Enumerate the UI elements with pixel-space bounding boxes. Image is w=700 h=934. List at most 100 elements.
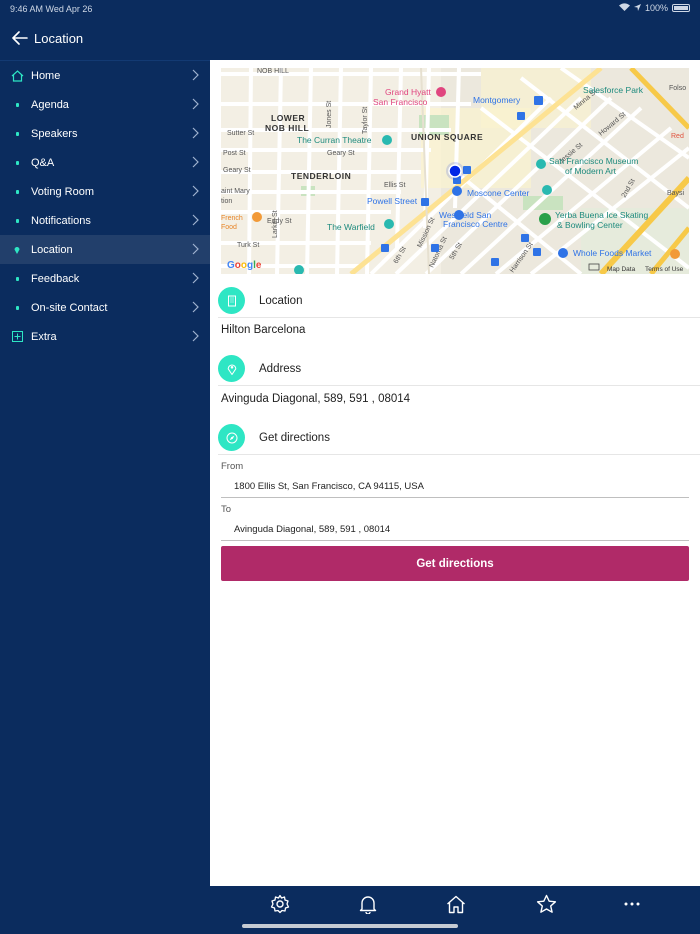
chevron-right-icon xyxy=(192,214,199,226)
chevron-right-icon xyxy=(192,156,199,168)
more-icon[interactable] xyxy=(620,892,644,916)
sidebar-item-feedback[interactable]: Feedback xyxy=(0,264,210,293)
svg-text:NOB HILL: NOB HILL xyxy=(265,123,309,133)
top-app-bar: Location xyxy=(0,16,700,60)
home-icon xyxy=(10,69,24,83)
svg-text:Powell Street: Powell Street xyxy=(367,196,418,206)
chevron-right-icon xyxy=(192,127,199,139)
to-label: To xyxy=(221,504,232,515)
sidebar-item-qa[interactable]: Q&A xyxy=(0,148,210,177)
svg-text:Map Data: Map Data xyxy=(607,266,636,273)
svg-text:San Francisco: San Francisco xyxy=(373,97,428,107)
chevron-right-icon xyxy=(192,98,199,110)
bell-icon[interactable] xyxy=(356,892,380,916)
home-icon[interactable] xyxy=(444,892,468,916)
from-field[interactable]: From 1800 Ellis St, San Francisco, CA 94… xyxy=(221,461,689,498)
svg-text:Larkin St: Larkin St xyxy=(272,210,279,238)
svg-text:& Bowling Center: & Bowling Center xyxy=(557,220,623,230)
chevron-right-icon xyxy=(192,330,199,342)
svg-text:Food: Food xyxy=(221,224,237,231)
chevron-right-icon xyxy=(192,185,199,197)
status-bar: 9:46 AM Wed Apr 26 100% xyxy=(0,0,700,16)
compass-icon xyxy=(218,424,245,451)
chevron-right-icon xyxy=(192,301,199,313)
to-field[interactable]: To Avinguda Diagonal, 589, 591 , 08014 xyxy=(221,504,689,541)
chevron-right-icon xyxy=(192,243,199,255)
pin-icon xyxy=(10,243,24,257)
speakers-icon xyxy=(10,127,24,141)
svg-text:The Curran Theatre: The Curran Theatre xyxy=(297,135,372,145)
svg-text:Sutter St: Sutter St xyxy=(227,130,254,137)
notifications-icon xyxy=(10,214,24,228)
status-clock: 9:46 AM xyxy=(10,4,44,14)
svg-text:tion: tion xyxy=(221,198,232,205)
svg-text:Ellis St: Ellis St xyxy=(384,182,405,189)
svg-text:UNION SQUARE: UNION SQUARE xyxy=(411,132,483,142)
svg-text:NOB HILL: NOB HILL xyxy=(257,68,289,75)
sidebar-item-location[interactable]: Location xyxy=(0,235,210,264)
location-services-icon xyxy=(633,3,641,13)
svg-text:Red: Red xyxy=(671,133,684,140)
status-indicators: 100% xyxy=(618,3,690,13)
chevron-right-icon xyxy=(192,69,199,81)
svg-text:French: French xyxy=(221,215,243,222)
section-title: Get directions xyxy=(259,431,330,444)
feedback-icon xyxy=(10,272,24,286)
location-detail-panel: NOB HILL LOWER NOB HILL UNION SQUARE TEN… xyxy=(210,60,700,886)
plus-box-icon xyxy=(10,330,24,344)
sidebar-item-label: Speakers xyxy=(31,127,78,140)
svg-text:Grand Hyatt: Grand Hyatt xyxy=(385,87,431,97)
agenda-icon xyxy=(10,98,24,112)
sidebar-item-extra[interactable]: Extra xyxy=(0,322,210,351)
battery-percentage: 100% xyxy=(644,3,668,13)
sidebar-item-label: Notifications xyxy=(31,214,91,227)
svg-text:Jones St: Jones St xyxy=(326,101,333,128)
home-indicator xyxy=(242,924,458,928)
svg-text:Terms of Use: Terms of Use xyxy=(645,266,684,273)
sidebar-item-onsite-contact[interactable]: On-site Contact xyxy=(0,293,210,322)
sidebar-item-label: Agenda xyxy=(31,98,69,111)
sidebar-item-agenda[interactable]: Agenda xyxy=(0,90,210,119)
svg-text:Taylor St: Taylor St xyxy=(362,107,369,134)
section-title: Address xyxy=(259,362,302,375)
sidebar-item-label: Location xyxy=(31,243,73,256)
chevron-right-icon xyxy=(192,272,199,284)
svg-text:Baysi: Baysi xyxy=(667,190,685,197)
sidebar-item-label: Feedback xyxy=(31,272,80,285)
svg-text:aint Mary: aint Mary xyxy=(221,188,250,195)
from-input[interactable]: 1800 Ellis St, San Francisco, CA 94115, … xyxy=(234,481,689,497)
wifi-icon xyxy=(618,3,630,13)
sidebar-item-label: Extra xyxy=(31,330,57,343)
sidebar-item-notifications[interactable]: Notifications xyxy=(0,206,210,235)
star-icon[interactable] xyxy=(534,892,558,916)
svg-text:of Modern Art: of Modern Art xyxy=(565,166,617,176)
svg-text:Yerba Buena Ice Skating: Yerba Buena Ice Skating xyxy=(555,210,649,220)
sidebar-item-home[interactable]: Home xyxy=(0,61,210,90)
sidebar-menu: Home Agenda Speakers Q&A Voting Room Not… xyxy=(0,60,210,934)
map-view[interactable]: NOB HILL LOWER NOB HILL UNION SQUARE TEN… xyxy=(221,68,689,274)
svg-text:Moscone Center: Moscone Center xyxy=(467,188,530,198)
back-arrow-icon[interactable] xyxy=(8,26,32,50)
building-icon xyxy=(218,287,245,314)
svg-text:Montgomery: Montgomery xyxy=(473,95,521,105)
svg-text:Geary St: Geary St xyxy=(327,150,355,157)
location-name: Hilton Barcelona xyxy=(221,324,306,336)
svg-text:Eddy St: Eddy St xyxy=(267,218,292,225)
page-title: Location xyxy=(34,30,84,46)
status-date: Wed Apr 26 xyxy=(45,4,93,14)
battery-icon xyxy=(672,4,690,12)
to-input[interactable]: Avinguda Diagonal, 589, 591 , 08014 xyxy=(234,524,689,540)
svg-text:LOWER: LOWER xyxy=(271,113,305,123)
voting-icon xyxy=(10,185,24,199)
address-value: Avinguda Diagonal, 589, 591 , 08014 xyxy=(221,393,411,405)
gear-icon[interactable] xyxy=(268,892,292,916)
svg-text:Turk St: Turk St xyxy=(237,242,259,249)
sidebar-item-label: Home xyxy=(31,69,61,82)
get-directions-button[interactable]: Get directions xyxy=(221,546,689,581)
svg-text:Geary St: Geary St xyxy=(223,167,251,174)
sidebar-item-label: Voting Room xyxy=(31,185,94,198)
address-section-header: Address xyxy=(218,352,700,386)
sidebar-item-speakers[interactable]: Speakers xyxy=(0,119,210,148)
sidebar-item-voting-room[interactable]: Voting Room xyxy=(0,177,210,206)
svg-text:Francisco Centre: Francisco Centre xyxy=(443,219,508,229)
